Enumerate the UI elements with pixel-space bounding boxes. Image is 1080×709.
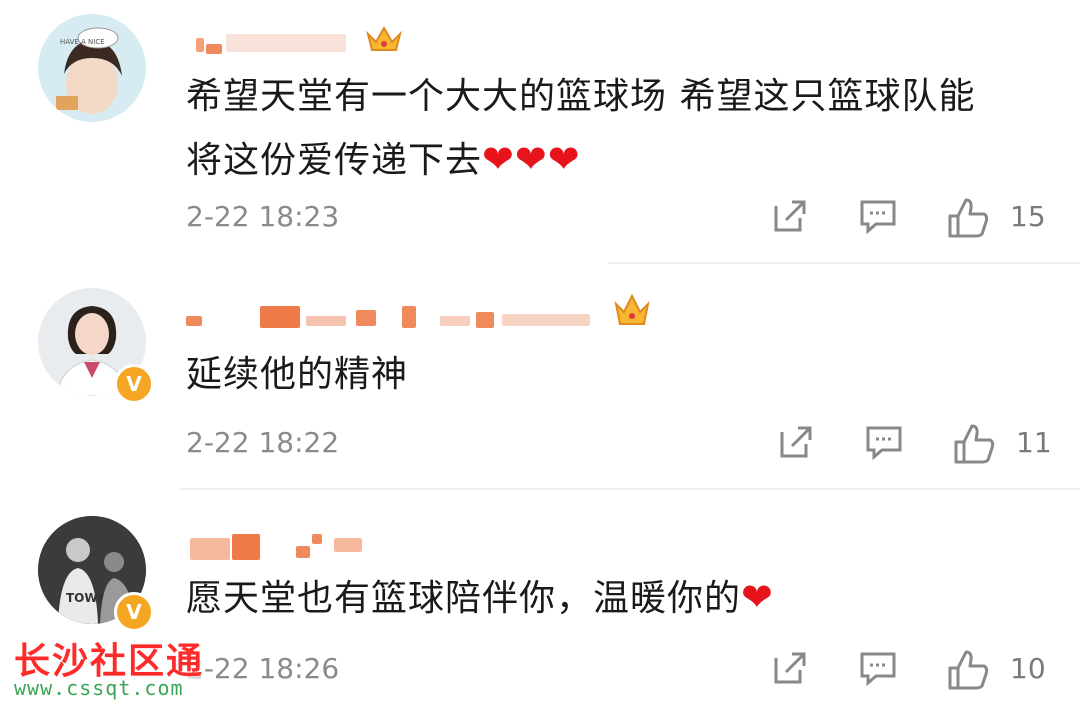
crown-icon	[366, 25, 402, 51]
thumbs-up-icon	[948, 650, 989, 690]
like-count: 10	[1010, 652, 1046, 685]
username-masked[interactable]	[186, 24, 426, 58]
comment-text: 愿天堂也有篮球陪伴你，温暖你的❤	[186, 575, 774, 619]
thumbs-up-icon	[954, 424, 995, 464]
share-button[interactable]	[770, 648, 810, 688]
share-button[interactable]	[770, 196, 810, 236]
username-masked[interactable]	[186, 293, 666, 332]
avatar[interactable]: HAVE A NICE	[38, 14, 146, 122]
comment-actions: 11	[760, 422, 1080, 466]
comment-timestamp: 2-22 18:23	[186, 200, 340, 233]
comment-icon	[860, 652, 896, 687]
comment-actions: 15	[760, 196, 1080, 240]
heart-emoji: ❤	[547, 137, 581, 181]
like-button[interactable]	[952, 422, 996, 466]
comment-icon	[866, 426, 902, 461]
reply-button[interactable]	[858, 648, 898, 688]
like-button[interactable]	[946, 196, 990, 240]
heart-emoji: ❤	[514, 137, 548, 181]
share-icon	[774, 652, 806, 684]
heart-emoji: ❤	[741, 575, 774, 619]
comment-actions: 10	[760, 648, 1080, 692]
comment-item: V 延续他的精神 2-22 18:22 11	[0, 264, 1080, 490]
like-button[interactable]	[946, 648, 990, 692]
like-count: 15	[1010, 200, 1046, 233]
watermark-url: www.cssqt.com	[14, 676, 184, 700]
share-button[interactable]	[776, 422, 816, 462]
thumbs-up-icon	[948, 198, 989, 238]
reply-button[interactable]	[858, 196, 898, 236]
comment-item: HAVE A NICE 希望天堂有一个大大的篮球场 希望这只篮球队能 将这份爱传…	[0, 0, 1080, 264]
crown-icon	[614, 293, 650, 325]
comment-timestamp: 2-22 18:26	[186, 652, 340, 685]
share-icon	[774, 200, 806, 232]
svg-text:TOWN: TOWN	[66, 591, 108, 605]
comment-icon	[860, 200, 896, 235]
svg-text:HAVE A NICE: HAVE A NICE	[60, 38, 105, 46]
username-masked[interactable]	[186, 526, 386, 560]
verified-badge: V	[114, 364, 154, 404]
comment-text: 延续他的精神	[186, 354, 409, 395]
comment-timestamp: 2-22 18:22	[186, 426, 340, 459]
verified-badge: V	[114, 592, 154, 632]
reply-button[interactable]	[864, 422, 904, 462]
like-count: 11	[1016, 426, 1052, 459]
comment-text: 希望天堂有一个大大的篮球场 希望这只篮球队能 将这份爱传递下去❤❤❤	[186, 76, 976, 181]
share-icon	[780, 426, 812, 458]
heart-emoji: ❤	[482, 137, 515, 181]
